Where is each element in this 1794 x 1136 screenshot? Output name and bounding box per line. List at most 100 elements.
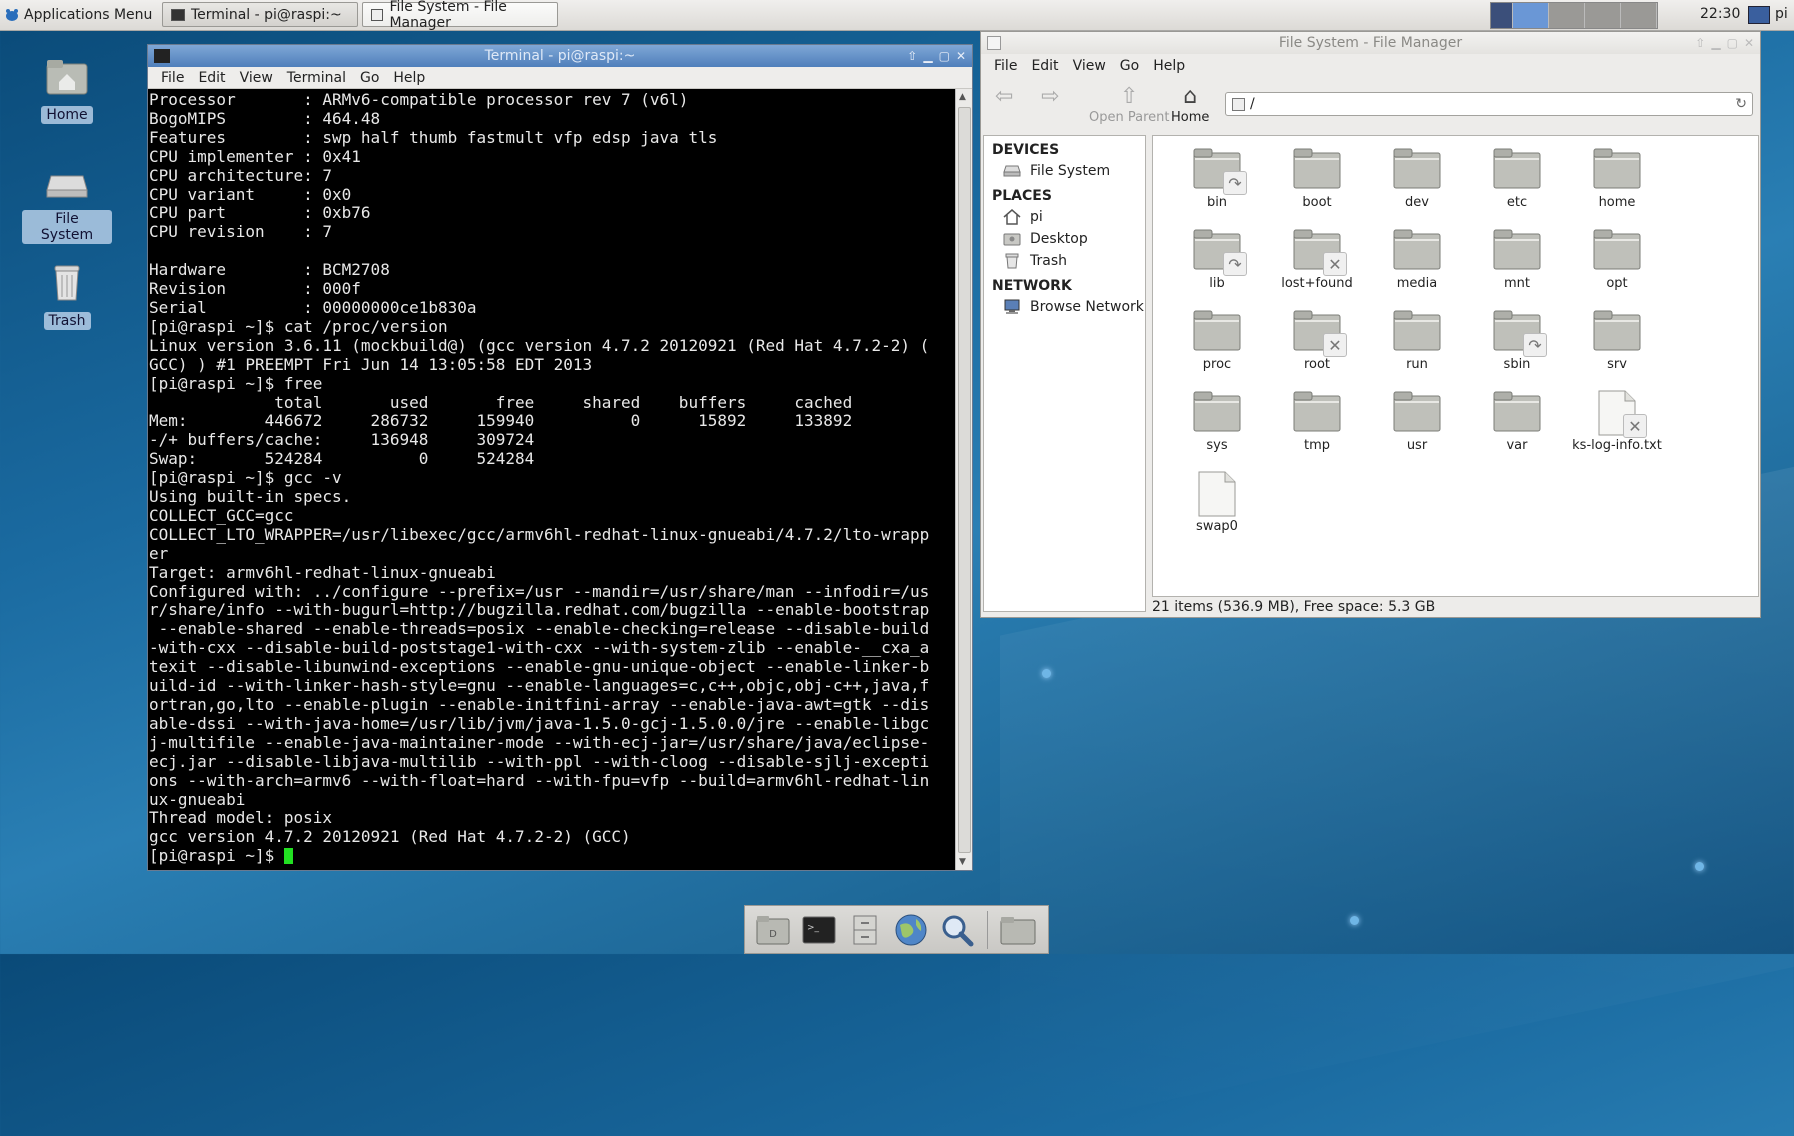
scroll-down-icon[interactable]: ▼ bbox=[959, 857, 966, 867]
terminal-scrollbar[interactable]: ▲ ▼ bbox=[955, 89, 972, 870]
workspace-2[interactable] bbox=[1513, 3, 1549, 28]
folder-item[interactable]: usr bbox=[1367, 387, 1467, 468]
file-item[interactable]: swap0 bbox=[1167, 468, 1267, 549]
file-item[interactable]: ✕ ks-log-info.txt bbox=[1567, 387, 1667, 468]
close-icon[interactable]: ✕ bbox=[956, 45, 966, 67]
maximize-button[interactable]: ▢ bbox=[939, 45, 950, 67]
sidebar: DEVICES File System PLACES pi Desktop Tr… bbox=[983, 135, 1146, 612]
desktop-icon-label: Home bbox=[41, 106, 93, 124]
folder-icon: ↷ bbox=[1193, 147, 1247, 195]
folder-item[interactable]: mnt bbox=[1467, 225, 1567, 306]
folder-item[interactable]: proc bbox=[1167, 306, 1267, 387]
workspace-pager[interactable] bbox=[1490, 2, 1658, 29]
file-manager-icon: D bbox=[756, 915, 790, 944]
folder-item[interactable]: ↷ sbin bbox=[1467, 306, 1567, 387]
open-parent-button[interactable]: ⇧ Open Parent bbox=[1089, 84, 1169, 125]
folder-icon: ✕ bbox=[1293, 228, 1347, 276]
close-icon[interactable]: ✕ bbox=[1744, 32, 1754, 54]
folder-item[interactable]: run bbox=[1367, 306, 1467, 387]
menu-terminal[interactable]: Terminal bbox=[280, 70, 353, 86]
bottom-dock: D >_ bbox=[744, 905, 1049, 954]
folder-item[interactable]: sys bbox=[1167, 387, 1267, 468]
folder-icon: ✕ bbox=[1293, 309, 1347, 357]
menu-go[interactable]: Go bbox=[1113, 58, 1146, 74]
folder-icon bbox=[1393, 228, 1441, 274]
wallpaper-dot bbox=[1695, 862, 1704, 871]
menu-edit[interactable]: Edit bbox=[191, 70, 232, 86]
menu-file[interactable]: File bbox=[154, 70, 191, 86]
back-button[interactable]: ⇦ bbox=[995, 84, 1013, 110]
item-label: root bbox=[1303, 357, 1331, 372]
workspace-1[interactable] bbox=[1491, 3, 1513, 28]
folder-icon bbox=[1493, 147, 1541, 193]
file-view[interactable]: ↷ bin boot dev etc home ↷ lib ✕ lost+found media mn… bbox=[1152, 135, 1759, 597]
shade-button[interactable]: ⇧ bbox=[1695, 32, 1705, 54]
folder-item[interactable]: tmp bbox=[1267, 387, 1367, 468]
folder-item[interactable]: ✕ lost+found bbox=[1267, 225, 1367, 306]
menu-help[interactable]: Help bbox=[386, 70, 432, 86]
maximize-button[interactable]: ▢ bbox=[1727, 32, 1738, 54]
sidebar-item-pi[interactable]: pi bbox=[984, 206, 1145, 228]
terminal-icon bbox=[171, 8, 185, 21]
minimize-button[interactable]: ▁ bbox=[923, 45, 932, 67]
home-button[interactable]: ⌂ Home bbox=[1171, 84, 1209, 125]
folder-launcher[interactable] bbox=[998, 911, 1038, 949]
network-status-icon[interactable] bbox=[1748, 6, 1770, 24]
minimize-button[interactable]: ▁ bbox=[1711, 32, 1720, 54]
workspace-4[interactable] bbox=[1585, 3, 1621, 28]
home-icon: ⌂ bbox=[1183, 84, 1198, 109]
applications-menu-button[interactable]: Applications Menu bbox=[4, 3, 152, 27]
symlink-badge-icon: ↷ bbox=[1223, 252, 1247, 276]
folder-item[interactable]: home bbox=[1567, 144, 1667, 225]
menu-view[interactable]: View bbox=[233, 70, 280, 86]
desktop-icon-home[interactable]: Home bbox=[22, 58, 112, 124]
menu-view[interactable]: View bbox=[1066, 58, 1113, 74]
folder-item[interactable]: etc bbox=[1467, 144, 1567, 225]
file-manager-titlebar[interactable]: File System - File Manager ⇧ ▁ ▢ ✕ bbox=[981, 32, 1760, 54]
menu-go[interactable]: Go bbox=[353, 70, 386, 86]
folder-item[interactable]: var bbox=[1467, 387, 1567, 468]
taskbar-terminal[interactable]: Terminal - pi@raspi:~ bbox=[162, 2, 358, 27]
sidebar-item-trash[interactable]: Trash bbox=[984, 250, 1145, 272]
location-bar[interactable]: / ↻ bbox=[1225, 92, 1753, 116]
web-browser-launcher[interactable] bbox=[891, 911, 931, 949]
sidebar-item-browse-network[interactable]: Browse Network bbox=[984, 296, 1145, 318]
user-label[interactable]: pi bbox=[1775, 6, 1788, 22]
trash-icon bbox=[54, 265, 80, 301]
search-launcher[interactable] bbox=[937, 911, 977, 949]
refresh-icon[interactable]: ↻ bbox=[1735, 93, 1747, 115]
file-cabinet-launcher[interactable] bbox=[845, 911, 885, 949]
folder-item[interactable]: ↷ bin bbox=[1167, 144, 1267, 225]
scroll-up-icon[interactable]: ▲ bbox=[959, 92, 966, 102]
folder-item[interactable]: media bbox=[1367, 225, 1467, 306]
clock[interactable]: 22:30 bbox=[1700, 6, 1740, 22]
menu-edit[interactable]: Edit bbox=[1024, 58, 1065, 74]
folder-item[interactable]: ✕ root bbox=[1267, 306, 1367, 387]
menu-help[interactable]: Help bbox=[1146, 58, 1192, 74]
folder-item[interactable]: opt bbox=[1567, 225, 1667, 306]
shade-button[interactable]: ⇧ bbox=[907, 45, 917, 67]
terminal-output[interactable]: Processor : ARMv6-compatible processor r… bbox=[148, 89, 956, 870]
folder-item[interactable]: srv bbox=[1567, 306, 1667, 387]
desktop-icon-file-system[interactable]: File System bbox=[22, 162, 112, 244]
folder-item[interactable]: boot bbox=[1267, 144, 1367, 225]
menu-file[interactable]: File bbox=[987, 58, 1024, 74]
workspace-5[interactable] bbox=[1621, 3, 1657, 28]
forward-button[interactable]: ⇨ bbox=[1041, 84, 1059, 110]
workspace-3[interactable] bbox=[1549, 3, 1585, 28]
file-manager-launcher[interactable]: D bbox=[753, 911, 793, 949]
terminal-icon: >_ bbox=[802, 916, 836, 943]
sidebar-item-file-system[interactable]: File System bbox=[984, 160, 1145, 182]
folder-item[interactable]: dev bbox=[1367, 144, 1467, 225]
sidebar-heading-network: NETWORK bbox=[992, 278, 1072, 294]
terminal-titlebar[interactable]: Terminal - pi@raspi:~ ⇧ ▁ ▢ ✕ bbox=[148, 45, 972, 67]
terminal-launcher[interactable]: >_ bbox=[799, 911, 839, 949]
item-label: etc bbox=[1506, 195, 1528, 210]
scrollbar-thumb[interactable] bbox=[958, 107, 971, 853]
taskbar-file-manager[interactable]: File System - File Manager bbox=[362, 0, 558, 31]
sidebar-item-desktop[interactable]: Desktop bbox=[984, 228, 1145, 250]
folder-item[interactable]: ↷ lib bbox=[1167, 225, 1267, 306]
desktop-icon-trash[interactable]: Trash bbox=[22, 264, 112, 330]
svg-text:>_: >_ bbox=[807, 923, 820, 933]
item-label: tmp bbox=[1303, 438, 1330, 453]
